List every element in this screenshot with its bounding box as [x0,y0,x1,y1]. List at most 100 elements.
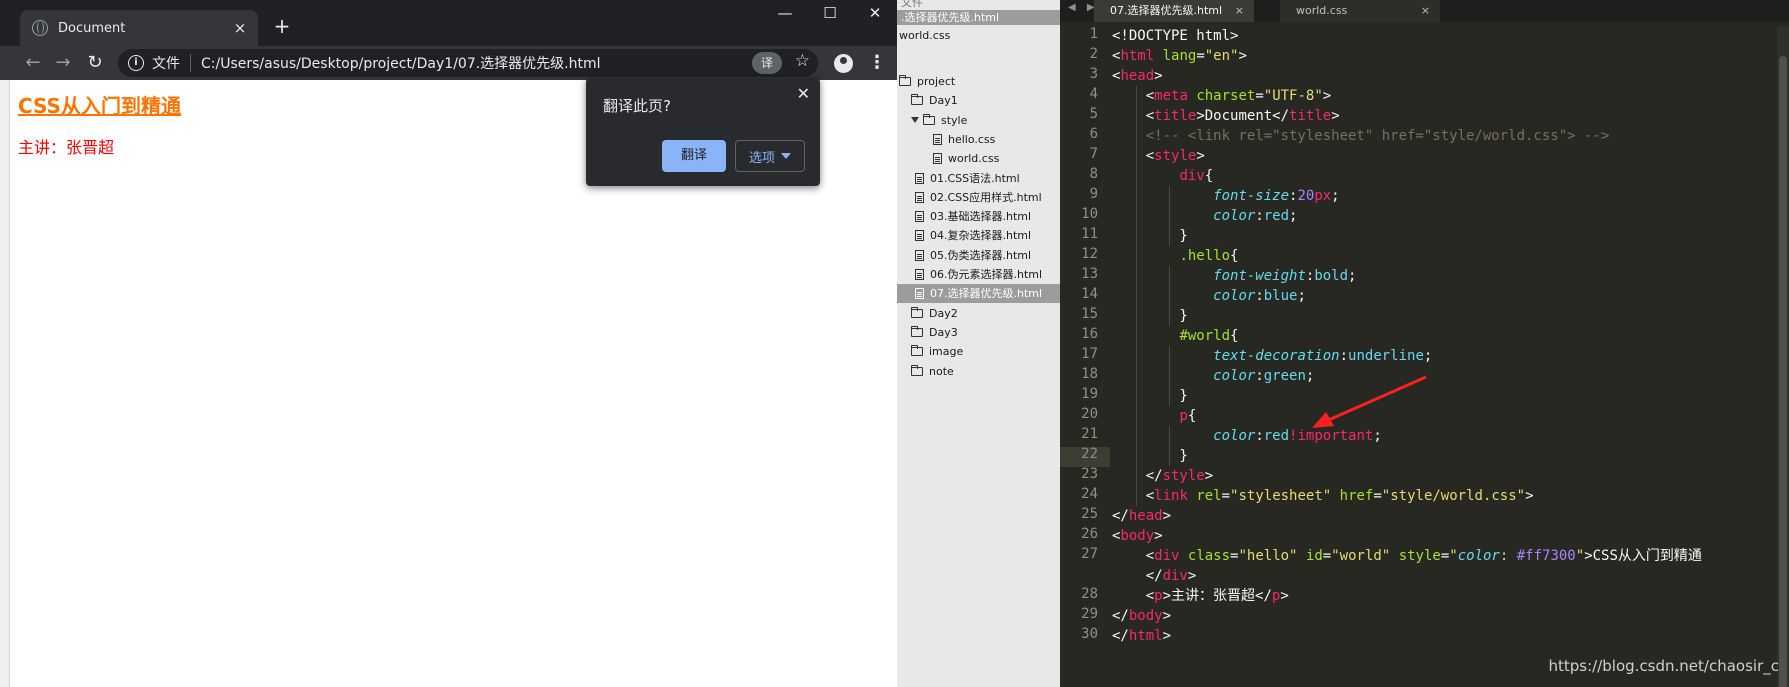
code-line[interactable]: } [1112,306,1187,326]
line-number: 23 [1081,466,1098,482]
code-line[interactable]: <p>主讲：张晋超</p> [1112,586,1289,606]
address-bar[interactable]: i 文件 C:/Users/asus/Desktop/project/Day1/… [118,49,818,77]
code-token: > [1162,628,1172,644]
address-text[interactable]: C:/Users/asus/Desktop/project/Day1/07.选择… [201,53,601,73]
code-line[interactable]: font-size:20px; [1112,186,1339,206]
code-line[interactable]: </head> [1112,506,1171,526]
code-line[interactable]: color:green; [1112,366,1314,386]
tree-item[interactable]: hello.css [897,130,1060,149]
line-number: 1 [1089,26,1098,42]
browser-tab[interactable]: Document × [20,10,258,46]
tree-item[interactable]: image [897,342,1060,361]
forward-arrow-icon[interactable]: → [52,52,74,74]
tree-item[interactable]: project [897,72,1060,91]
line-number: 14 [1081,286,1098,302]
code-line[interactable]: } [1112,226,1187,246]
editor-scrollbar-thumb[interactable] [1779,56,1787,687]
code-line[interactable]: .hello{ [1112,246,1238,266]
minimize-button[interactable]: — [770,4,800,22]
popup-close-icon[interactable]: ✕ [797,84,810,103]
info-icon[interactable]: i [128,55,144,71]
code-line[interactable]: font-weight:bold; [1112,266,1356,286]
code-line[interactable]: <html lang="en"> [1112,46,1247,66]
tree-item-label: 01.CSS语法.html [930,171,1020,185]
code-token: { [1230,248,1239,264]
tree-item[interactable]: 06.伪元素选择器.html [897,265,1060,284]
code-line[interactable]: <body> [1112,526,1163,546]
translate-button[interactable]: 翻译 [662,140,726,172]
options-button[interactable]: 选项 [735,140,805,172]
code-token: >Document</ [1196,108,1290,124]
code-line[interactable]: </html> [1112,626,1171,646]
file-icon [915,191,924,203]
new-tab-button[interactable]: + [270,14,294,38]
tab-close-icon[interactable]: × [228,19,252,37]
code-line[interactable]: text-decoration:underline; [1112,346,1432,366]
file-icon [915,269,924,280]
tree-item-label: world.css [948,152,1000,166]
tree-item[interactable]: style [897,111,1060,130]
disclosure-triangle-icon[interactable] [911,117,919,124]
translate-icon[interactable]: 译 [752,52,782,74]
maximize-button[interactable]: ☐ [815,4,845,22]
code-line[interactable]: } [1112,386,1187,406]
tree-item[interactable]: note [897,362,1060,381]
code-line[interactable]: <title>Document</title> [1112,106,1340,126]
open-file-selected[interactable]: .选择器优先级.html [897,10,1060,25]
code-token: charset [1196,88,1256,104]
editor-tab-active[interactable]: 07.选择器优先级.html × [1094,0,1254,22]
reload-icon[interactable]: ↻ [84,52,106,74]
code-line[interactable]: div{ [1112,166,1213,186]
open-file-world-css[interactable]: world.css [897,28,950,43]
code-token: px [1314,188,1332,204]
tree-item[interactable]: 02.CSS应用样式.html [897,188,1060,207]
file-icon [933,153,942,165]
code-line[interactable]: p{ [1112,406,1196,426]
code-line[interactable]: } [1112,446,1187,466]
tree-item[interactable]: world.css [897,149,1060,168]
code-line[interactable]: <div class="hello" id="world" style="col… [1112,546,1702,566]
profile-avatar-icon[interactable] [834,54,853,73]
bookmark-star-icon[interactable]: ☆ [795,51,810,71]
tree-item[interactable]: Day3 [897,323,1060,342]
tree-item-label: note [929,364,954,378]
code-token: { [1230,328,1239,344]
code-token: color [1457,548,1500,564]
code-line[interactable]: <!DOCTYPE html> [1112,26,1238,46]
code-token: meta [1154,88,1188,104]
code-line[interactable]: </body> [1112,606,1171,626]
code-token: ; [1423,348,1433,364]
code-line[interactable]: <!-- <link rel="stylesheet" href="style/… [1112,126,1610,146]
tree-item[interactable]: 01.CSS语法.html [897,169,1060,188]
code-area[interactable]: <!DOCTYPE html> <html lang="en"> <head> <m… [1112,26,1782,687]
code-line[interactable]: color:blue; [1112,286,1306,306]
code-line[interactable]: </style> [1112,466,1213,486]
editor-tab-close-icon[interactable]: × [1235,0,1244,22]
back-arrow-icon[interactable]: ← [22,52,44,74]
close-window-button[interactable]: ✕ [860,4,890,22]
tree-item[interactable]: Day1 [897,91,1060,110]
code-line[interactable]: <link rel="stylesheet" href="style/world… [1112,486,1534,506]
code-line[interactable]: <head> [1112,66,1163,86]
editor-tab-close-icon[interactable]: × [1421,0,1430,22]
editor-tab-world-css[interactable]: world.css × [1280,0,1440,22]
code-token: red [1263,428,1290,444]
tree-item[interactable]: 04.复杂选择器.html [897,226,1060,245]
code-line[interactable]: <style> [1112,146,1205,166]
code-token: : [1255,208,1264,224]
folder-icon [899,75,911,86]
editor-scrollbar[interactable] [1777,26,1789,687]
tree-item[interactable]: Day2 [897,304,1060,323]
code-line[interactable]: color:red; [1112,206,1297,226]
code-line[interactable]: </div> [1112,566,1197,586]
code-line[interactable]: <meta charset="UTF-8"> [1112,86,1332,106]
tree-item[interactable]: 03.基础选择器.html [897,207,1060,226]
indent-guide [1135,86,1137,506]
code-token: > [1322,88,1332,104]
tree-item[interactable]: 07.选择器优先级.html [897,284,1060,304]
code-token: #world [1179,328,1231,344]
tree-item[interactable]: 05.伪类选择器.html [897,246,1060,265]
code-token: "stylesheet" [1230,488,1332,504]
code-line[interactable]: #world{ [1112,326,1238,346]
menu-kebab-icon[interactable]: ⋮ [868,52,886,74]
